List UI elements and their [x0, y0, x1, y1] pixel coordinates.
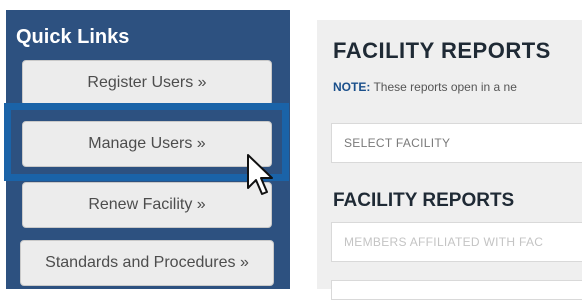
- facility-reports-heading: FACILITY REPORTS: [333, 190, 515, 211]
- select-facility-dropdown[interactable]: SELECT FACILITY: [331, 123, 582, 163]
- page-title: FACILITY REPORTS: [333, 38, 551, 63]
- mouse-pointer-icon: [247, 154, 273, 195]
- renew-facility-button[interactable]: Renew Facility »: [22, 182, 272, 228]
- report-run-field[interactable]: [331, 280, 582, 300]
- note-text: NOTE: These reports open in a ne: [333, 80, 517, 94]
- register-users-button[interactable]: Register Users »: [22, 60, 272, 106]
- note-label: NOTE:: [333, 80, 371, 94]
- standards-and-procedures-button[interactable]: Standards and Procedures »: [20, 240, 274, 286]
- manage-users-button[interactable]: Manage Users »: [22, 121, 272, 167]
- report-type-dropdown[interactable]: MEMBERS AFFILIATED WITH FAC: [331, 222, 582, 262]
- quick-links-title: Quick Links: [16, 26, 130, 48]
- note-body: These reports open in a ne: [370, 80, 517, 94]
